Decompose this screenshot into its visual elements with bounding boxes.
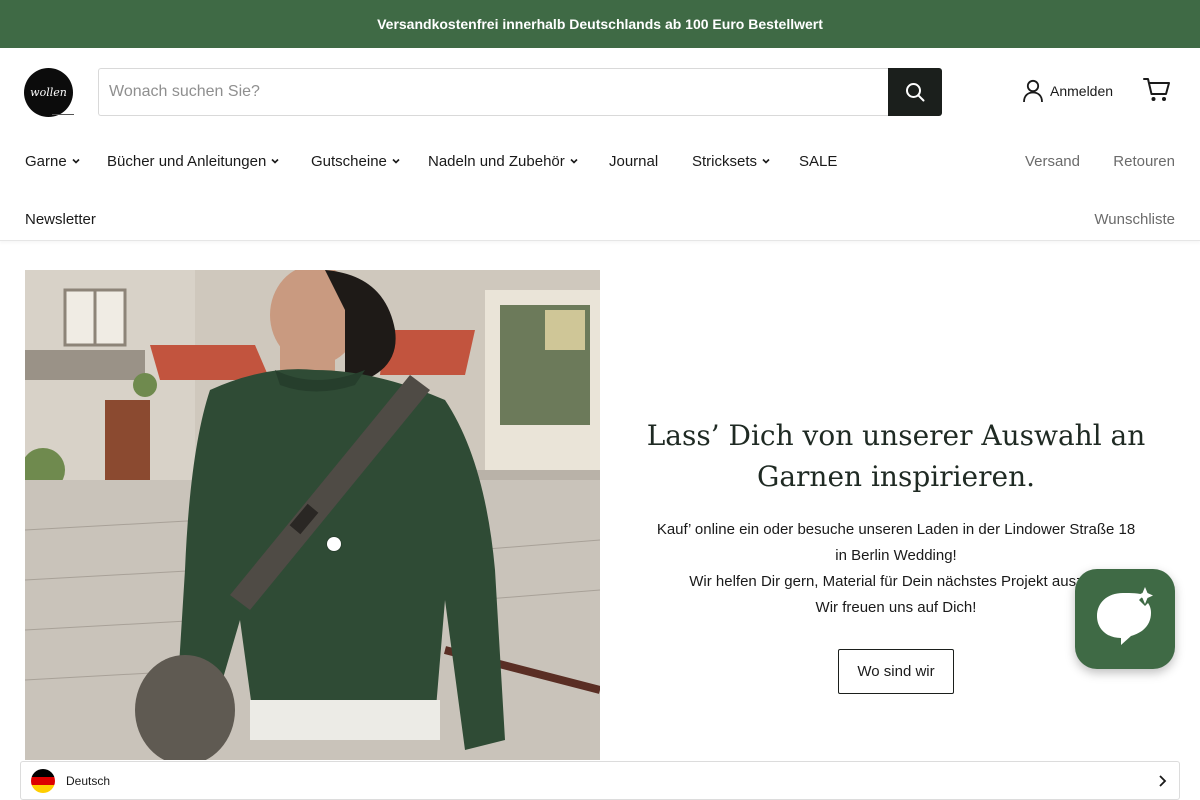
logo-decoration [52, 114, 74, 115]
nav-item-journal[interactable]: Journal [609, 143, 658, 179]
hero-title: Lass’ Dich von unserer Auswahl an Garnen… [646, 419, 1146, 493]
nav-link-wunschliste[interactable]: Wunschliste [1094, 201, 1175, 237]
nav-item-label: Stricksets [692, 152, 758, 170]
language-label: Deutsch [66, 773, 111, 788]
chevron-down-icon [271, 158, 279, 164]
nav-item-newsletter[interactable]: Newsletter [25, 201, 96, 237]
store-location-button[interactable]: Wo sind wir [838, 649, 954, 694]
nav-item-label: Garne [25, 152, 67, 170]
search-bar [98, 68, 942, 116]
chevron-down-icon [570, 158, 578, 164]
cart-button[interactable] [1143, 77, 1171, 108]
search-input[interactable] [98, 68, 888, 116]
nav-item-label: Nadeln und Zubehör [428, 152, 565, 170]
store-logo[interactable]: wollen [24, 68, 73, 117]
nav-item-label: Journal [609, 152, 659, 170]
account-link[interactable]: Anmelden [1022, 79, 1113, 103]
germany-flag-icon [31, 768, 55, 793]
nav-item-label: Newsletter [25, 210, 96, 228]
logo-text: wollen [30, 86, 67, 99]
nav-item-sale[interactable]: SALE [799, 143, 837, 179]
user-icon [1023, 79, 1043, 103]
nav-item-buecher-und-anleitungen[interactable]: Bücher und Anleitungen [107, 143, 280, 179]
search-icon [906, 83, 925, 102]
chevron-down-icon [762, 158, 770, 164]
hero-image [25, 270, 600, 760]
chevron-down-icon [392, 158, 400, 164]
chevron-right-icon [1159, 775, 1167, 787]
announcement-bar: Versandkostenfrei innerhalb Deutschlands… [0, 0, 1200, 48]
nav-item-stricksets[interactable]: Stricksets [692, 143, 771, 179]
site-header: wollen Anmelden Garne Bücher [0, 48, 1200, 241]
nav-link-versand[interactable]: Versand [1025, 143, 1080, 179]
nav-link-label: Versand [1024, 152, 1080, 170]
nav-link-retouren[interactable]: Retouren [1113, 143, 1175, 179]
main-navigation: Garne Bücher und Anleitungen Gutscheine … [25, 143, 1175, 228]
nav-item-label: Bücher und Anleitungen [107, 152, 267, 170]
nav-item-label: Gutscheine [311, 152, 387, 170]
nav-item-nadeln-und-zubehoer[interactable]: Nadeln und Zubehör [428, 143, 579, 179]
product-hotspot[interactable] [327, 537, 341, 551]
chevron-down-icon [72, 158, 80, 164]
nav-link-label: Wunschliste [1094, 210, 1175, 228]
announcement-text: Versandkostenfrei innerhalb Deutschlands… [377, 16, 823, 32]
cart-icon [1143, 78, 1170, 101]
nav-item-gutscheine[interactable]: Gutscheine [311, 143, 401, 179]
nav-item-label: SALE [799, 152, 838, 170]
account-label: Anmelden [1050, 83, 1114, 99]
language-selector[interactable]: Deutsch [20, 761, 1180, 800]
search-button[interactable] [888, 68, 942, 116]
chat-bubble-icon [1097, 587, 1153, 645]
nav-link-label: Retouren [1113, 152, 1175, 170]
nav-item-garne[interactable]: Garne [25, 143, 81, 179]
chat-widget-button[interactable] [1075, 569, 1175, 669]
hero-body-line: in Berlin Wedding! [835, 547, 957, 564]
hero-body-line: Kauf’ online ein oder besuche unseren La… [656, 521, 1136, 538]
